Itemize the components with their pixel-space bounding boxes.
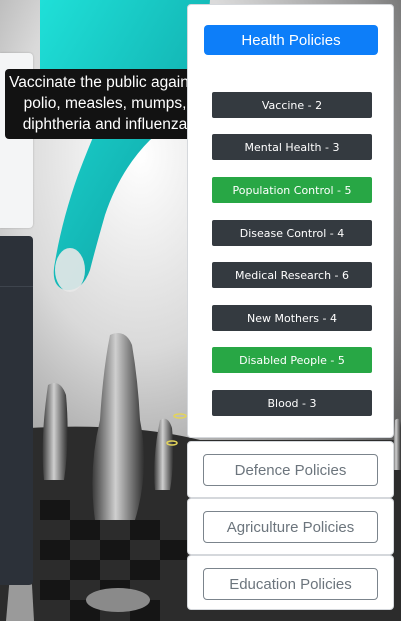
education-policies-button[interactable]: Education Policies: [203, 568, 378, 600]
policy-mental-health[interactable]: Mental Health - 3: [212, 134, 372, 160]
agriculture-policies-section: Agriculture Policies: [187, 498, 394, 555]
agriculture-policies-button[interactable]: Agriculture Policies: [203, 511, 378, 543]
policy-new-mothers[interactable]: New Mothers - 4: [212, 305, 372, 331]
policy-disease-control[interactable]: Disease Control - 4: [212, 220, 372, 246]
health-policies-section: Health Policies Vaccine - 2 Mental Healt…: [187, 4, 394, 438]
policy-disabled-people[interactable]: Disabled People - 5: [212, 347, 372, 373]
tooltip-line-3: diphtheria and influenza: [22, 116, 188, 133]
health-policies-button[interactable]: Health Policies: [204, 25, 378, 55]
defence-policies-section: Defence Policies: [187, 441, 394, 498]
policy-vaccine[interactable]: Vaccine - 2: [212, 92, 372, 118]
policy-population-control[interactable]: Population Control - 5: [212, 177, 372, 203]
policy-blood[interactable]: Blood - 3: [212, 390, 372, 416]
policy-accordion: Health Policies Vaccine - 2 Mental Healt…: [187, 4, 394, 610]
tooltip-line-2: polio, measles, mumps,: [23, 95, 187, 112]
education-policies-section: Education Policies: [187, 555, 394, 610]
policy-tooltip: Vaccinate the public against polio, meas…: [5, 69, 205, 139]
tooltip-line-1: Vaccinate the public against: [9, 74, 201, 91]
policy-medical-research[interactable]: Medical Research - 6: [212, 262, 372, 288]
left-panel-dark: [0, 236, 33, 585]
left-panel-divider: [0, 286, 33, 287]
defence-policies-button[interactable]: Defence Policies: [203, 454, 378, 486]
